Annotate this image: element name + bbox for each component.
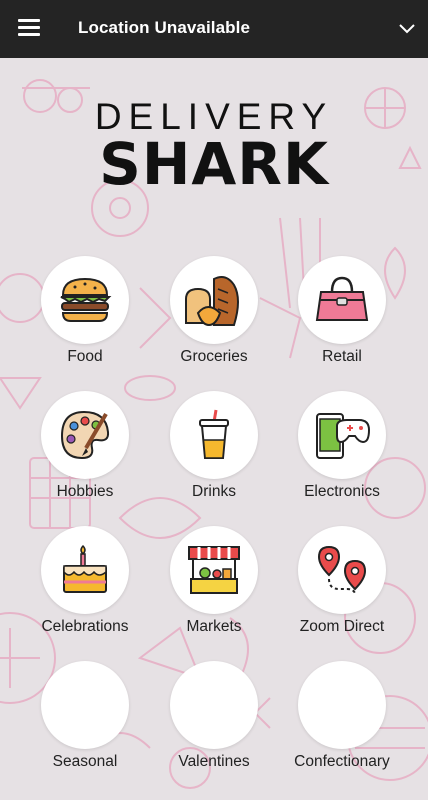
category-label: Hobbies xyxy=(56,483,114,500)
category-circle xyxy=(170,256,258,344)
category-groceries[interactable]: Groceries xyxy=(149,256,279,386)
category-drinks[interactable]: Drinks xyxy=(149,391,279,521)
category-hobbies[interactable]: Hobbies xyxy=(20,391,150,521)
category-label: Groceries xyxy=(180,348,248,365)
category-valentines[interactable]: Valentines xyxy=(149,661,279,791)
category-label: Zoom Direct xyxy=(299,618,385,635)
market-stall-icon xyxy=(188,546,240,594)
category-electronics[interactable]: Electronics xyxy=(277,391,407,521)
category-label: Electronics xyxy=(304,483,380,500)
route-pins-icon xyxy=(317,545,367,594)
category-circle xyxy=(298,661,386,749)
category-circle xyxy=(298,526,386,614)
category-label: Markets xyxy=(186,618,242,635)
category-retail[interactable]: Retail xyxy=(277,256,407,386)
category-zoom-direct[interactable]: Zoom Direct xyxy=(277,526,407,656)
category-circle xyxy=(170,391,258,479)
bread-icon xyxy=(185,276,239,327)
category-circle xyxy=(41,391,129,479)
location-title[interactable]: Location Unavailable xyxy=(78,18,250,38)
delivery-shark-logo: DELIVERY SHARK xyxy=(82,96,346,198)
category-circle xyxy=(41,661,129,749)
palette-icon xyxy=(60,410,110,460)
category-label: Food xyxy=(67,348,103,365)
hamburger-menu-icon[interactable] xyxy=(18,18,42,38)
category-circle xyxy=(298,256,386,344)
category-circle xyxy=(170,661,258,749)
category-circle xyxy=(41,256,129,344)
chevron-down-icon[interactable] xyxy=(396,18,418,40)
burger-icon xyxy=(60,277,112,322)
top-app-bar: Location Unavailable xyxy=(0,0,428,58)
birthday-cake-icon xyxy=(63,544,107,593)
category-confectionary[interactable]: Confectionary xyxy=(277,661,407,791)
category-label: Celebrations xyxy=(41,618,129,635)
category-label: Seasonal xyxy=(52,753,118,770)
logo-text-shark: SHARK xyxy=(99,130,329,198)
category-label: Retail xyxy=(322,348,362,365)
category-celebrations[interactable]: Celebrations xyxy=(20,526,150,656)
category-food[interactable]: Food xyxy=(20,256,150,386)
category-label: Confectionary xyxy=(294,753,390,770)
category-circle xyxy=(298,391,386,479)
phone-gamepad-icon xyxy=(316,413,371,459)
category-circle xyxy=(170,526,258,614)
drink-cup-icon xyxy=(199,409,229,459)
category-label: Valentines xyxy=(178,753,250,770)
category-label: Drinks xyxy=(192,483,236,500)
handbag-icon xyxy=(315,276,369,321)
category-markets[interactable]: Markets xyxy=(149,526,279,656)
category-circle xyxy=(41,526,129,614)
category-seasonal[interactable]: Seasonal xyxy=(20,661,150,791)
